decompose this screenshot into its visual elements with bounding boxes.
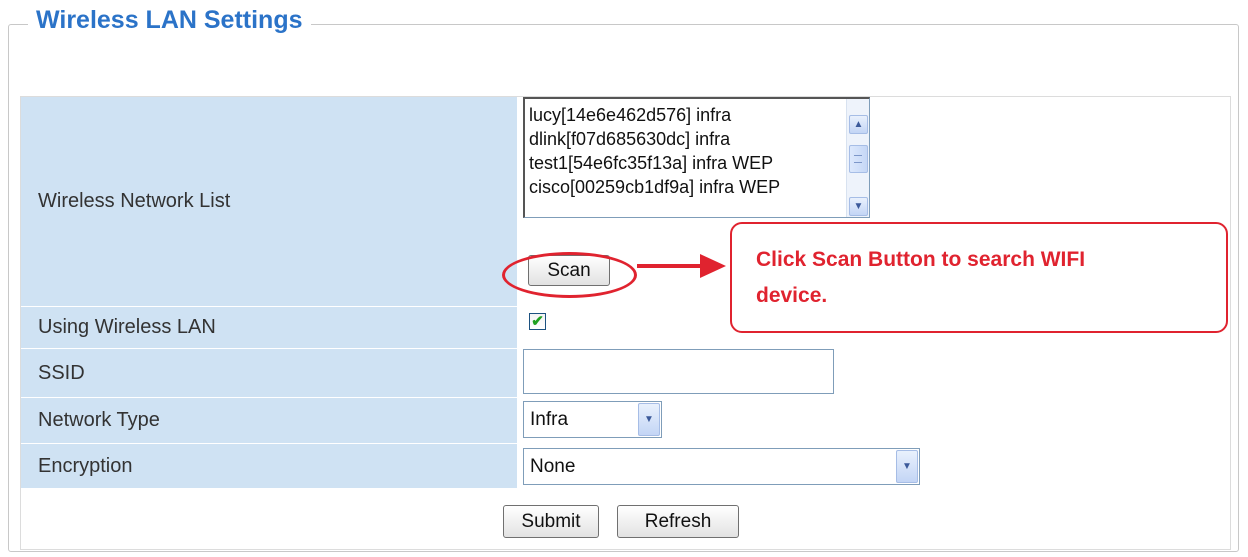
scroll-up-icon[interactable]: ▲ [849, 115, 868, 134]
list-item[interactable]: cisco[00259cb1df9a] infra WEP [529, 175, 780, 199]
encryption-select[interactable]: None ▼ [523, 448, 920, 485]
list-item[interactable]: lucy[14e6e462d576] infra [529, 103, 780, 127]
panel-title: Wireless LAN Settings [28, 6, 311, 35]
network-list-items: lucy[14e6e462d576] infra dlink[f07d68563… [529, 103, 780, 199]
label-using-wireless-lan: Using Wireless LAN [20, 307, 518, 348]
label-network-type: Network Type [20, 398, 518, 443]
annotation-line-2: device. [756, 284, 828, 307]
ssid-input[interactable] [523, 349, 834, 394]
list-item[interactable]: test1[54e6fc35f13a] infra WEP [529, 151, 780, 175]
scan-highlight-ring [502, 252, 637, 298]
using-wireless-lan-checkbox[interactable]: ✔ [529, 313, 546, 330]
annotation-callout: Click Scan Button to search WIFI device. [730, 222, 1228, 333]
checkmark-icon: ✔ [531, 313, 544, 330]
scroll-thumb[interactable] [849, 145, 868, 173]
annotation-arrow-head-icon [700, 254, 726, 278]
network-type-value: Infra [530, 408, 569, 430]
chevron-down-icon[interactable]: ▼ [638, 403, 660, 436]
wireless-network-listbox[interactable]: lucy[14e6e462d576] infra dlink[f07d68563… [523, 97, 870, 218]
submit-button[interactable]: Submit [503, 505, 599, 538]
label-ssid: SSID [20, 349, 518, 397]
refresh-button[interactable]: Refresh [617, 505, 739, 538]
listbox-scrollbar[interactable]: ▲ ▼ [846, 99, 869, 217]
encryption-value: None [530, 455, 576, 477]
label-encryption: Encryption [20, 444, 518, 488]
annotation-line-1: Click Scan Button to search WIFI [756, 248, 1086, 271]
chevron-down-icon[interactable]: ▼ [896, 450, 918, 483]
annotation-arrow [637, 264, 707, 268]
list-item[interactable]: dlink[f07d685630dc] infra [529, 127, 780, 151]
label-wireless-network-list: Wireless Network List [20, 96, 518, 306]
network-type-select[interactable]: Infra ▼ [523, 401, 662, 438]
scroll-down-icon[interactable]: ▼ [849, 197, 868, 216]
